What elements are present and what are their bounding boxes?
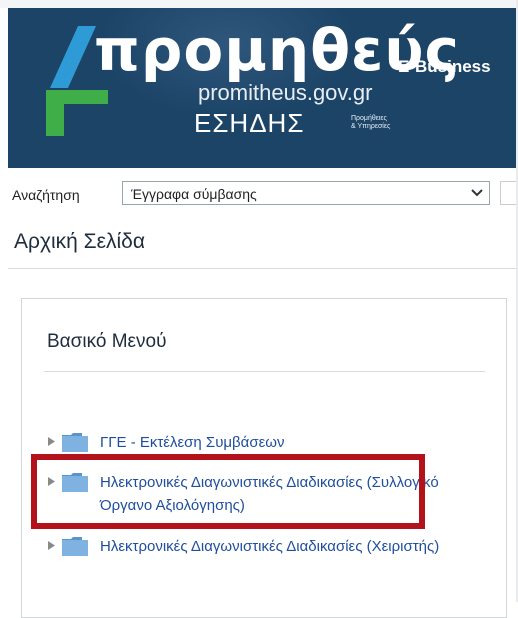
highlight-annotation	[31, 454, 425, 529]
search-category-value: Έγγραφα σύμβασης	[131, 186, 257, 202]
logo-org: ΕΣΗΔΗΣ	[194, 108, 305, 138]
folder-icon	[62, 433, 88, 452]
folder-icon	[62, 537, 88, 556]
logo-subtitle-line1: Προμήθειες	[351, 115, 387, 122]
logo-subtitle: Προμήθειες & Υπηρεσίες	[351, 115, 401, 131]
page-title: Αρχική Σελίδα	[14, 230, 145, 253]
logo-subtitle-line2: & Υπηρεσίες	[351, 123, 391, 130]
title-divider	[8, 268, 518, 269]
menu-title: Βασικό Μενού	[47, 331, 167, 352]
menu-item-label[interactable]: Ηλεκτρονικές Διαγωνιστικές Διαδικασίες (…	[100, 535, 480, 558]
menu-item-contract-execution[interactable]: ΓΓΕ - Εκτέλεση Συμβάσεων	[44, 431, 484, 455]
chevron-down-icon	[471, 189, 483, 197]
caret-right-icon[interactable]	[48, 437, 55, 446]
page: προμηθεύς promitheus.gov.gr ΕΣΗΔΗΣ Προμή…	[0, 0, 518, 618]
menu-divider	[44, 371, 485, 372]
search-label: Αναζήτηση	[12, 187, 80, 203]
top-strip	[0, 0, 518, 8]
menu-item-label[interactable]: ΓΓΕ - Εκτέλεση Συμβάσεων	[100, 431, 480, 454]
product-label: E-Business	[398, 57, 491, 76]
logo-domain: promitheus.gov.gr	[198, 80, 373, 105]
caret-right-icon[interactable]	[48, 541, 55, 550]
search-bar: Αναζήτηση Έγγραφα σύμβασης	[8, 168, 518, 218]
menu-item-procedures-operator[interactable]: Ηλεκτρονικές Διαγωνιστικές Διαδικασίες (…	[44, 535, 484, 585]
header-banner: προμηθεύς promitheus.gov.gr ΕΣΗΔΗΣ Προμή…	[8, 8, 518, 168]
search-category-select[interactable]: Έγγραφα σύμβασης	[122, 181, 490, 205]
